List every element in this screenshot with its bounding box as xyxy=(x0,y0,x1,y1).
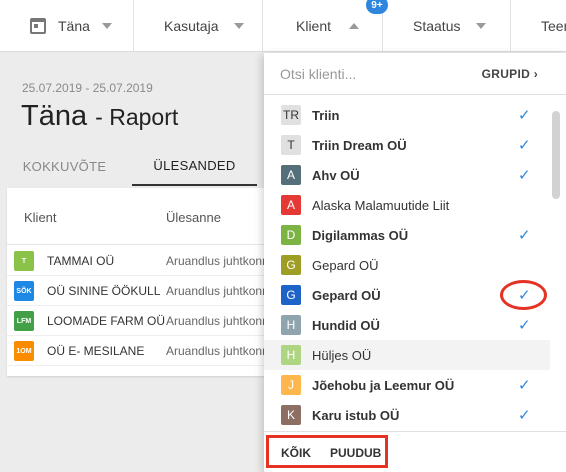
table-row[interactable]: SÕK OÜ SININE ÖÖKULL Aruandlus juhtkonnale xyxy=(7,276,265,306)
checkmark-icon: ✓ xyxy=(518,107,531,124)
checkmark-icon: ✓ xyxy=(518,317,531,334)
client-option-label: Alaska Malamuutide Liit xyxy=(312,198,450,213)
chevron-down-icon xyxy=(101,23,112,29)
filter-team[interactable]: Teen xyxy=(511,0,566,52)
client-option-label: Hundid OÜ xyxy=(312,318,380,333)
chevron-up-icon xyxy=(349,23,360,29)
task-name: Aruandlus juhtkonnale xyxy=(166,344,265,358)
task-name: Aruandlus juhtkonnale xyxy=(166,284,265,298)
client-name: OÜ E- MESILANE xyxy=(47,344,145,358)
client-name: OÜ SININE ÖÖKULL xyxy=(47,284,161,298)
filter-bar: Täna Kasutaja Klient Staatus Teen xyxy=(0,0,566,52)
client-option[interactable]: H Hundid OÜ ✓ xyxy=(264,310,550,340)
page-title-main: Täna xyxy=(21,100,88,132)
client-option-label: Karu istub OÜ xyxy=(312,408,400,423)
client-avatar: D xyxy=(281,225,301,245)
client-option[interactable]: A Alaska Malamuutide Liit xyxy=(264,190,550,220)
client-option[interactable]: K Karu istub OÜ ✓ xyxy=(264,400,550,430)
checkmark-icon: ✓ xyxy=(518,167,531,184)
tab-summary[interactable]: KOKKUVÕTE xyxy=(7,146,122,186)
client-option[interactable]: A Ahv OÜ ✓ xyxy=(264,160,550,190)
checkmark-icon: ✓ xyxy=(518,137,531,154)
client-search-row: GRUPID › xyxy=(264,53,566,95)
tasks-table: Klient Ülesanne T TAMMAI OÜ Aruandlus juht… xyxy=(7,188,265,376)
client-avatar: T xyxy=(14,251,34,271)
client-option[interactable]: J Jõehobu ja Leemur OÜ ✓ xyxy=(264,370,550,400)
client-option[interactable]: D Digilammas OÜ ✓ xyxy=(264,220,550,250)
client-avatar: K xyxy=(281,405,301,425)
task-name: Aruandlus juhtkonnale xyxy=(166,314,265,328)
client-search-input[interactable] xyxy=(280,61,460,87)
table-row[interactable]: 1OM OÜ E- MESILANE Aruandlus juhtkonnale xyxy=(7,336,265,366)
client-avatar: G xyxy=(281,285,301,305)
client-avatar: 1OM xyxy=(14,341,34,361)
chevron-down-icon xyxy=(234,23,245,29)
checkmark-icon: ✓ xyxy=(518,377,531,394)
filter-team-label: Teen xyxy=(541,18,566,34)
client-avatar: J xyxy=(281,375,301,395)
filter-client-label: Klient xyxy=(296,18,332,34)
checkmark-icon: ✓ xyxy=(518,407,531,424)
client-option-label: Jõehobu ja Leemur OÜ xyxy=(312,378,455,393)
client-option[interactable]: T Triin Dream OÜ ✓ xyxy=(264,130,550,160)
table-row[interactable]: LFM LOOMADE FARM OÜAruandlus juhtkonnale xyxy=(7,306,265,336)
client-list: TR Triin ✓ T Triin Dream OÜ ✓ A Ahv OÜ ✓ A Alaska … xyxy=(264,100,550,430)
header-divider xyxy=(7,244,265,245)
groups-link[interactable]: GRUPID › xyxy=(482,67,538,81)
client-dropdown: GRUPID › TR Triin ✓ T Triin Dream OÜ ✓ A Ahv OÜ… xyxy=(264,53,566,472)
client-avatar: TR xyxy=(281,105,301,125)
client-option[interactable]: TR Triin ✓ xyxy=(264,100,550,130)
client-name: TAMMAI OÜ xyxy=(47,254,115,268)
client-avatar: LFM xyxy=(14,311,34,331)
filter-date[interactable]: Täna xyxy=(0,0,134,52)
client-option-label: Ahv OÜ xyxy=(312,168,360,183)
client-avatar: A xyxy=(281,195,301,215)
filter-status-label: Staatus xyxy=(413,18,461,34)
client-avatar: SÕK xyxy=(14,281,34,301)
filter-date-label: Täna xyxy=(58,18,90,34)
checkmark-icon: ✓ xyxy=(518,227,531,244)
scrollbar[interactable] xyxy=(552,111,560,199)
client-name: LOOMADE FARM OÜ xyxy=(47,314,166,328)
client-option-label: Hüljes OÜ xyxy=(312,348,372,363)
annotation-circle xyxy=(500,280,547,310)
client-option-label: Digilammas OÜ xyxy=(312,228,409,243)
filter-user[interactable]: Kasutaja xyxy=(134,0,263,52)
client-avatar: A xyxy=(281,165,301,185)
page-title: Täna - Raport xyxy=(21,100,178,133)
client-option-label: Triin xyxy=(312,108,340,123)
chevron-down-icon xyxy=(476,23,487,29)
client-option[interactable]: G Gepard OÜ xyxy=(264,250,550,280)
client-avatar: T xyxy=(281,135,301,155)
client-avatar: H xyxy=(281,315,301,335)
client-avatar: H xyxy=(281,345,301,365)
client-count-badge: 9+ xyxy=(366,0,388,14)
calendar-icon xyxy=(30,18,46,34)
client-option-label: Triin Dream OÜ xyxy=(312,138,407,153)
annotation-rectangle xyxy=(266,435,388,468)
report-date-range: 25.07.2019 - 25.07.2019 xyxy=(22,81,153,95)
page-title-sub: - Raport xyxy=(95,104,179,130)
client-option-label: Gepard OÜ xyxy=(312,258,379,273)
report-tabs: KOKKUVÕTE ÜLESANDED xyxy=(7,146,257,186)
filter-client[interactable]: Klient xyxy=(263,0,383,52)
table-row[interactable]: T TAMMAI OÜ Aruandlus juhtkonnale xyxy=(7,246,265,276)
column-header-task[interactable]: Ülesanne xyxy=(166,210,221,225)
filter-user-label: Kasutaja xyxy=(164,18,219,34)
task-name: Aruandlus juhtkonnale xyxy=(166,254,265,268)
tab-tasks[interactable]: ÜLESANDED xyxy=(132,146,257,186)
client-option-label: Gepard OÜ xyxy=(312,288,381,303)
client-avatar: G xyxy=(281,255,301,275)
column-header-client[interactable]: Klient xyxy=(24,210,57,225)
client-option[interactable]: H Hüljes OÜ xyxy=(264,340,550,370)
filter-status[interactable]: Staatus xyxy=(383,0,511,52)
